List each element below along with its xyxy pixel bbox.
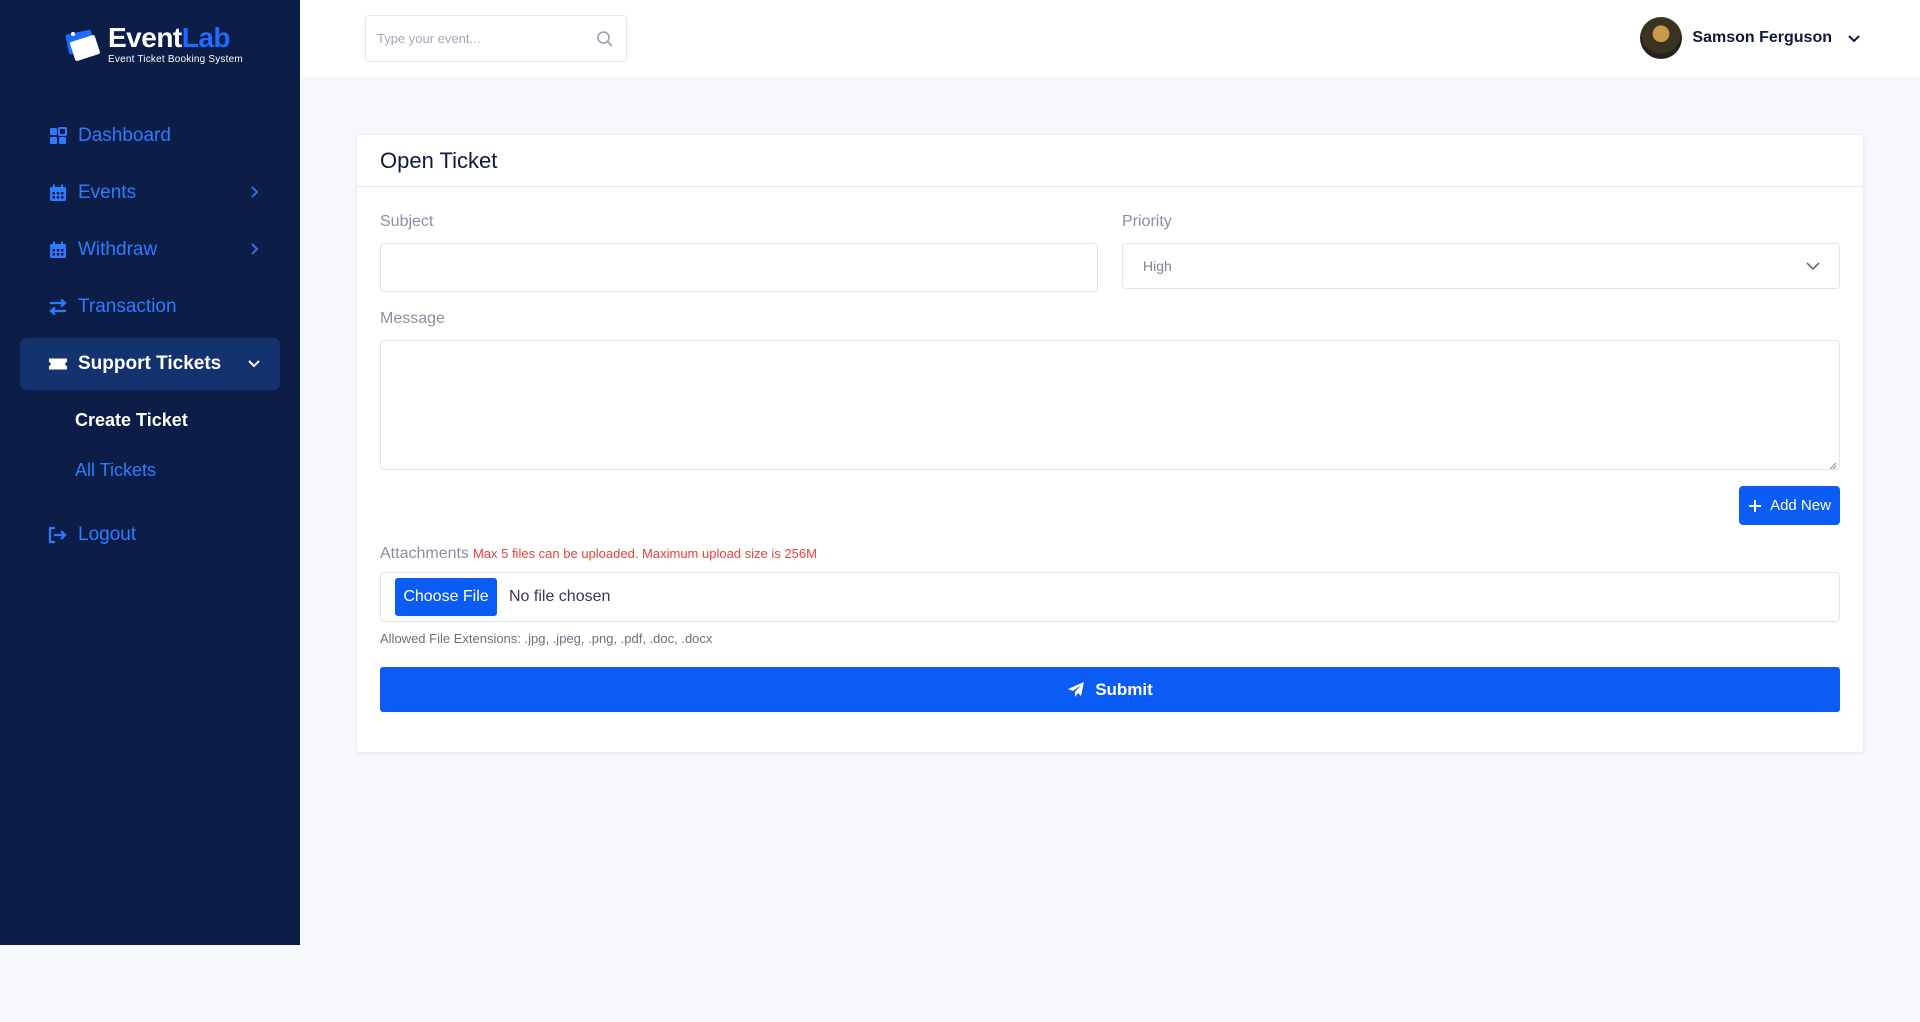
subject-field[interactable] — [381, 244, 1097, 291]
file-status-text: No file chosen — [509, 588, 611, 605]
card-header: Open Ticket — [357, 135, 1863, 187]
calendar-icon — [48, 183, 68, 203]
sidebar-nav: Dashboard Events Withdraw Transaction Su… — [20, 110, 280, 566]
sidebar-item-transaction[interactable]: Transaction — [20, 281, 280, 333]
ticket-logo-icon — [64, 26, 102, 64]
sidebar: EventLab Event Ticket Booking System Das… — [0, 0, 300, 945]
allowed-extensions-text: Allowed File Extensions: .jpg, .jpeg, .p… — [380, 631, 713, 646]
subject-label: Subject — [380, 213, 434, 230]
plus-icon — [1748, 499, 1762, 513]
sidebar-subitem-all-tickets[interactable]: All Tickets — [75, 445, 280, 495]
message-field[interactable] — [381, 341, 1839, 469]
calendar-icon — [48, 240, 68, 260]
brand-logo[interactable]: EventLab Event Ticket Booking System — [64, 24, 243, 65]
resize-handle-icon[interactable] — [1827, 457, 1837, 470]
add-new-button[interactable]: Add New — [1739, 486, 1840, 525]
sidebar-item-dashboard[interactable]: Dashboard — [20, 110, 280, 162]
support-tickets-submenu: Create Ticket All Tickets — [20, 395, 280, 495]
user-menu[interactable]: Samson Ferguson — [1640, 17, 1862, 59]
message-field-wrapper — [380, 340, 1840, 470]
sidebar-item-events[interactable]: Events — [20, 167, 280, 219]
attachments-header: Attachments Max 5 files can be uploaded.… — [380, 545, 817, 563]
file-input: Choose File No file chosen — [380, 572, 1840, 622]
dashboard-grid-icon — [48, 126, 68, 146]
chevron-right-icon — [246, 184, 262, 200]
message-label: Message — [380, 310, 445, 327]
sidebar-item-withdraw[interactable]: Withdraw — [20, 224, 280, 276]
sidebar-item-logout[interactable]: Logout — [20, 509, 280, 561]
search-input[interactable] — [377, 31, 587, 46]
attachments-note: Max 5 files can be uploaded. Maximum upl… — [472, 546, 817, 561]
brand-name-part2: Lab — [181, 22, 231, 53]
sidebar-item-support-tickets[interactable]: Support Tickets — [20, 338, 280, 390]
sidebar-item-label: Withdraw — [78, 239, 158, 260]
priority-label: Priority — [1122, 213, 1172, 230]
sidebar-item-label: Support Tickets — [78, 353, 222, 374]
priority-selected-value: High — [1143, 258, 1172, 274]
avatar — [1640, 17, 1683, 59]
brand-tagline: Event Ticket Booking System — [108, 54, 243, 65]
page-title: Open Ticket — [380, 147, 498, 173]
top-bar: Samson Ferguson — [300, 0, 1920, 77]
sidebar-item-label: Events — [78, 182, 137, 203]
logout-icon — [48, 525, 68, 545]
open-ticket-card: Open Ticket Subject Priority High Messag… — [356, 134, 1864, 753]
priority-select[interactable]: High — [1122, 243, 1840, 289]
add-new-label: Add New — [1770, 497, 1831, 514]
sidebar-item-label: Dashboard — [78, 125, 171, 146]
submit-button[interactable]: Submit — [380, 667, 1840, 712]
chevron-right-icon — [246, 241, 262, 257]
ticket-icon — [48, 354, 68, 374]
chevron-down-icon — [1805, 258, 1821, 274]
submit-label: Submit — [1095, 679, 1153, 699]
search-box — [365, 15, 627, 62]
sidebar-subitem-create-ticket[interactable]: Create Ticket — [75, 395, 280, 445]
paper-plane-icon — [1067, 681, 1085, 699]
user-name: Samson Ferguson — [1692, 29, 1832, 46]
chevron-down-icon — [246, 355, 262, 371]
chevron-down-icon — [1846, 30, 1862, 46]
sidebar-item-label: Logout — [78, 524, 137, 545]
search-icon[interactable] — [596, 30, 614, 48]
subject-field-wrapper — [380, 243, 1098, 292]
choose-file-button[interactable]: Choose File — [395, 578, 497, 616]
brand-name-part1: Event — [108, 22, 182, 53]
exchange-arrows-icon — [48, 297, 68, 317]
attachments-label: Attachments — [380, 545, 469, 562]
sidebar-item-label: Transaction — [78, 296, 177, 317]
